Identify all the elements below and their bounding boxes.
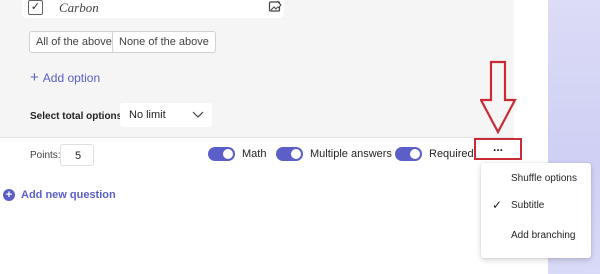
required-label: Required	[429, 148, 474, 160]
menu-item-shuffle-options[interactable]: Shuffle options	[481, 167, 591, 191]
total-options-label: Select total options:	[30, 111, 126, 122]
chevron-down-icon	[192, 111, 204, 118]
total-options-select[interactable]: No limit	[120, 103, 212, 127]
option-text[interactable]: Carbon	[59, 0, 99, 15]
checkmark-icon: ✓	[492, 198, 503, 212]
add-option-button[interactable]: + Add option	[30, 69, 101, 86]
menu-item-label: Subtitle	[511, 200, 545, 211]
menu-item-subtitle[interactable]: ✓ Subtitle	[481, 194, 591, 218]
add-new-question-button[interactable]: + Add new question	[3, 189, 116, 201]
down-arrow-annotation-icon	[480, 60, 517, 135]
menu-item-label: Shuffle options	[511, 173, 577, 184]
add-option-label: Add option	[42, 71, 101, 85]
menu-item-label: Add branching	[511, 230, 576, 241]
all-of-the-above-chip[interactable]: All of the above	[29, 31, 119, 53]
multiple-answers-label: Multiple answers	[310, 148, 392, 160]
more-options-button[interactable]: ...	[474, 138, 522, 160]
add-circle-icon: +	[3, 189, 15, 201]
points-input[interactable]: 5	[60, 144, 94, 166]
divider	[0, 137, 514, 138]
points-label: Points:	[30, 150, 61, 161]
correct-answer-checkbox[interactable]: ✓	[28, 0, 43, 15]
insert-image-icon[interactable]	[268, 0, 282, 14]
math-label: Math	[242, 148, 267, 160]
add-new-question-label: Add new question	[21, 189, 116, 201]
multiple-answers-toggle[interactable]	[276, 147, 303, 161]
total-options-value: No limit	[129, 109, 166, 121]
none-of-the-above-chip[interactable]: None of the above	[112, 31, 216, 53]
required-toggle[interactable]	[395, 147, 422, 161]
option-row[interactable]: ✓ Carbon	[22, 0, 284, 18]
plus-icon: +	[30, 69, 39, 86]
menu-item-add-branching[interactable]: Add branching	[481, 224, 591, 248]
math-toggle[interactable]	[208, 147, 235, 161]
more-options-menu: Shuffle options ✓ Subtitle Add branching	[481, 163, 591, 258]
